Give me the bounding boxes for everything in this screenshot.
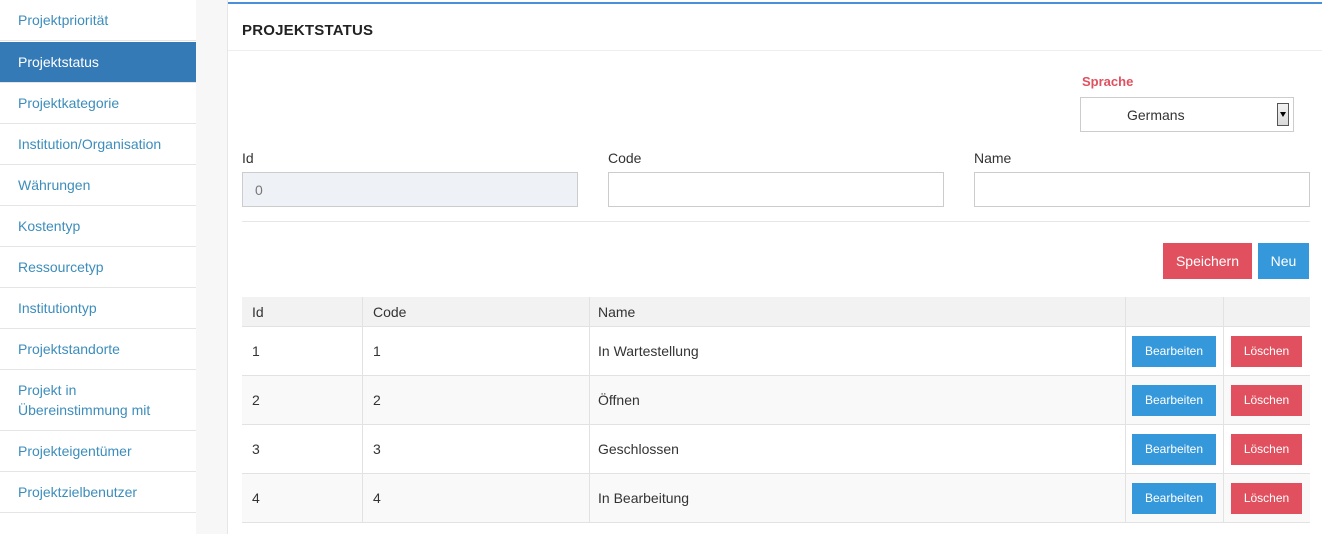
name-field[interactable] <box>974 172 1310 207</box>
cell-name: Geschlossen <box>590 425 1126 473</box>
new-button[interactable]: Neu <box>1258 243 1309 279</box>
cell-delete: Löschen <box>1224 425 1310 473</box>
cell-delete: Löschen <box>1224 376 1310 424</box>
cell-delete: Löschen <box>1224 327 1310 375</box>
sidebar-item-label: Kostentyp <box>18 218 81 234</box>
main-panel: PROJEKTSTATUS Sprache Germans Id Code Na… <box>228 2 1322 534</box>
sidebar-item-projektzielbenutzer[interactable]: Projektzielbenutzer <box>0 472 196 513</box>
edit-button[interactable]: Bearbeiten <box>1132 433 1216 465</box>
cell-id: 3 <box>242 425 363 473</box>
sidebar-item-label: Währungen <box>18 177 91 193</box>
sidebar-item-projekt-uebereinstimmung[interactable]: Projekt in Übereinstimmung mit <box>0 370 196 431</box>
table-row: 2 2 Öffnen Bearbeiten Löschen <box>242 376 1310 425</box>
id-label: Id <box>242 150 254 166</box>
sidebar-item-projekteigentuemer[interactable]: Projekteigentümer <box>0 431 196 472</box>
delete-button[interactable]: Löschen <box>1231 482 1302 514</box>
edit-button[interactable]: Bearbeiten <box>1132 335 1216 367</box>
id-field[interactable] <box>242 172 578 207</box>
sidebar: Projektpriorität Projektstatus Projektka… <box>0 0 196 534</box>
sidebar-item-label: Projektpriorität <box>18 12 109 28</box>
sidebar-item-label: Projektkategorie <box>18 95 120 111</box>
sidebar-item-label: Ressourcetyp <box>18 259 104 275</box>
status-table: Id Code Name 1 1 In Wartestellung Bearbe… <box>242 297 1310 523</box>
language-selected-value: Germans <box>1127 106 1185 123</box>
sidebar-item-label: Projektstandorte <box>18 341 120 357</box>
sidebar-item-institution-organisation[interactable]: Institution/Organisation <box>0 124 196 165</box>
cell-edit: Bearbeiten <box>1126 474 1224 522</box>
sidebar-item-label-line2: Übereinstimmung mit <box>18 402 151 418</box>
sidebar-item-label: Projekteigentümer <box>18 443 132 459</box>
sidebar-item-label: Institution/Organisation <box>18 136 162 152</box>
cell-edit: Bearbeiten <box>1126 327 1224 375</box>
name-label: Name <box>974 150 1012 166</box>
title-divider <box>228 50 1322 51</box>
cell-code: 3 <box>363 425 590 473</box>
delete-button[interactable]: Löschen <box>1231 335 1302 367</box>
language-label: Sprache <box>1082 74 1134 89</box>
cell-id: 2 <box>242 376 363 424</box>
sidebar-item-projektprioritaet[interactable]: Projektpriorität <box>0 0 196 41</box>
code-label: Code <box>608 150 642 166</box>
language-select[interactable]: Germans <box>1080 97 1294 132</box>
sidebar-item-ressourcetyp[interactable]: Ressourcetyp <box>0 247 196 288</box>
sidebar-item-institutiontyp[interactable]: Institutiontyp <box>0 288 196 329</box>
sidebar-item-waehrungen[interactable]: Währungen <box>0 165 196 206</box>
sidebar-item-projektkategorie[interactable]: Projektkategorie <box>0 83 196 124</box>
sidebar-item-projektstatus[interactable]: Projektstatus <box>0 42 196 83</box>
cell-id: 1 <box>242 327 363 375</box>
cell-name: In Wartestellung <box>590 327 1126 375</box>
table-row: 1 1 In Wartestellung Bearbeiten Löschen <box>242 327 1310 376</box>
column-header-code: Code <box>363 297 590 326</box>
cell-name: Öffnen <box>590 376 1126 424</box>
table-row: 3 3 Geschlossen Bearbeiten Löschen <box>242 425 1310 474</box>
sidebar-item-label: Projektstatus <box>18 54 99 70</box>
cell-edit: Bearbeiten <box>1126 425 1224 473</box>
sidebar-item-projektstandorte[interactable]: Projektstandorte <box>0 329 196 370</box>
cell-code: 4 <box>363 474 590 522</box>
save-button[interactable]: Speichern <box>1163 243 1252 279</box>
form-divider <box>242 221 1310 222</box>
table-row: 4 4 In Bearbeitung Bearbeiten Löschen <box>242 474 1310 523</box>
edit-button[interactable]: Bearbeiten <box>1132 482 1216 514</box>
sidebar-item-label: Institutiontyp <box>18 300 97 316</box>
cell-code: 1 <box>363 327 590 375</box>
sidebar-item-kostentyp[interactable]: Kostentyp <box>0 206 196 247</box>
cell-code: 2 <box>363 376 590 424</box>
column-header-name: Name <box>590 297 1126 326</box>
cell-name: In Bearbeitung <box>590 474 1126 522</box>
cell-id: 4 <box>242 474 363 522</box>
code-field[interactable] <box>608 172 944 207</box>
cell-delete: Löschen <box>1224 474 1310 522</box>
sidebar-item-label-line1: Projekt in <box>18 382 77 398</box>
delete-button[interactable]: Löschen <box>1231 384 1302 416</box>
column-header-id: Id <box>242 297 363 326</box>
delete-button[interactable]: Löschen <box>1231 433 1302 465</box>
cell-edit: Bearbeiten <box>1126 376 1224 424</box>
chevron-down-icon[interactable] <box>1277 103 1289 126</box>
edit-button[interactable]: Bearbeiten <box>1132 384 1216 416</box>
column-header-edit <box>1126 297 1224 326</box>
sidebar-item-label: Projektzielbenutzer <box>18 484 138 500</box>
column-header-delete <box>1224 297 1310 326</box>
table-header-row: Id Code Name <box>242 297 1310 327</box>
page-title: PROJEKTSTATUS <box>242 22 374 39</box>
